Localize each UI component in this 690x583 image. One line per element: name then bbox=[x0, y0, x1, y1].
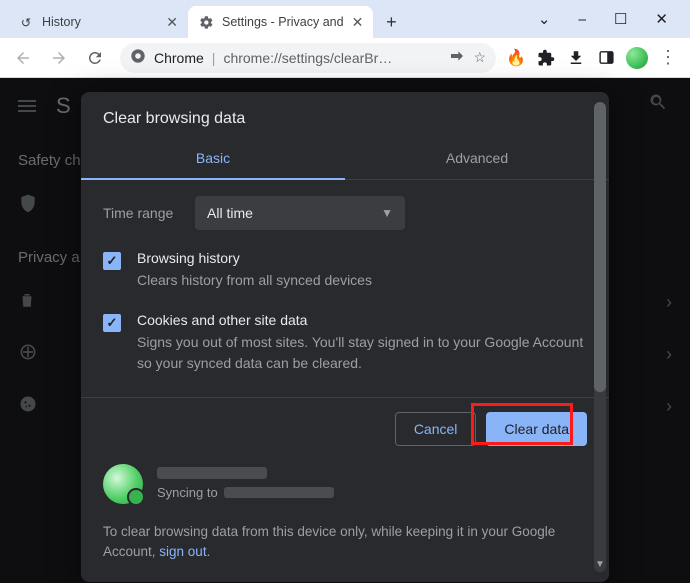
history-icon: ↺ bbox=[18, 14, 34, 30]
sidepanel-icon[interactable] bbox=[596, 48, 616, 68]
window-dropdown[interactable]: ⌄ bbox=[538, 10, 551, 28]
window-maximize[interactable]: ☐ bbox=[614, 10, 627, 28]
option-desc: Signs you out of most sites. You'll stay… bbox=[137, 332, 587, 373]
clear-browsing-data-dialog: ▼ Clear browsing data Basic Advanced Tim… bbox=[81, 92, 609, 582]
sync-status: Syncing to bbox=[81, 460, 609, 516]
new-tab-button[interactable]: + bbox=[377, 8, 405, 36]
dialog-scrollbar-thumb[interactable] bbox=[594, 102, 606, 392]
dialog-title: Clear browsing data bbox=[81, 92, 609, 138]
chevron-down-icon: ▼ bbox=[381, 206, 393, 220]
checkbox-checked[interactable]: ✓ bbox=[103, 314, 121, 332]
reload-button[interactable] bbox=[80, 43, 110, 73]
sync-name-redacted bbox=[157, 467, 267, 479]
dialog-tabs: Basic Advanced bbox=[81, 138, 609, 180]
address-bar[interactable]: Chrome | chrome://settings/clearBr… ☆ bbox=[120, 43, 496, 73]
omnibox-separator: | bbox=[212, 50, 216, 66]
option-cookies[interactable]: ✓ Cookies and other site data Signs you … bbox=[103, 312, 587, 373]
tab-basic[interactable]: Basic bbox=[81, 138, 345, 180]
browser-toolbar: Chrome | chrome://settings/clearBr… ☆ 🔥 … bbox=[0, 38, 690, 78]
profile-avatar[interactable] bbox=[626, 47, 648, 69]
option-desc: Clears history from all synced devices bbox=[137, 270, 372, 290]
time-range-select[interactable]: All time ▼ bbox=[195, 196, 405, 230]
extension-fire-icon[interactable]: 🔥 bbox=[506, 48, 526, 68]
tab-title: Settings - Privacy and bbox=[222, 15, 344, 29]
checkbox-checked[interactable]: ✓ bbox=[103, 252, 121, 270]
dialog-footer: To clear browsing data from this device … bbox=[81, 516, 609, 563]
close-icon[interactable]: ✕ bbox=[166, 14, 178, 31]
omnibox-url: chrome://settings/clearBr… bbox=[223, 50, 441, 66]
annotation-highlight bbox=[471, 403, 573, 445]
close-icon[interactable]: ✕ bbox=[352, 14, 364, 31]
tab-title: History bbox=[42, 15, 158, 29]
bookmark-icon[interactable]: ☆ bbox=[473, 49, 486, 66]
window-controls: ⌄ ⎯ ☐ ✕ bbox=[516, 0, 690, 38]
option-browsing-history[interactable]: ✓ Browsing history Clears history from a… bbox=[103, 250, 587, 290]
cancel-button[interactable]: Cancel bbox=[395, 412, 477, 446]
option-title: Browsing history bbox=[137, 250, 372, 266]
chrome-logo-icon bbox=[130, 48, 146, 67]
sign-out-link[interactable]: sign out bbox=[159, 544, 206, 559]
option-title: Cookies and other site data bbox=[137, 312, 587, 328]
time-range-label: Time range bbox=[103, 205, 181, 221]
extensions-icon[interactable] bbox=[536, 48, 556, 68]
syncing-label: Syncing to bbox=[157, 485, 218, 500]
scroll-down-icon[interactable]: ▼ bbox=[594, 558, 606, 570]
window-minimize[interactable]: ⎯ bbox=[578, 11, 586, 28]
time-range-value: All time bbox=[207, 205, 253, 221]
downloads-icon[interactable] bbox=[566, 48, 586, 68]
window-close[interactable]: ✕ bbox=[655, 10, 668, 28]
back-button[interactable] bbox=[8, 43, 38, 73]
sync-account-redacted bbox=[224, 487, 334, 498]
tab-history[interactable]: ↺ History ✕ bbox=[8, 6, 188, 38]
sync-avatar bbox=[103, 464, 143, 504]
tab-settings[interactable]: Settings - Privacy and ✕ bbox=[188, 6, 373, 38]
omnibox-prefix: Chrome bbox=[154, 50, 204, 66]
forward-button[interactable] bbox=[44, 43, 74, 73]
share-icon[interactable] bbox=[449, 48, 465, 67]
gear-icon bbox=[198, 14, 214, 30]
menu-icon[interactable]: ⋮ bbox=[658, 48, 678, 68]
tab-advanced[interactable]: Advanced bbox=[345, 138, 609, 180]
